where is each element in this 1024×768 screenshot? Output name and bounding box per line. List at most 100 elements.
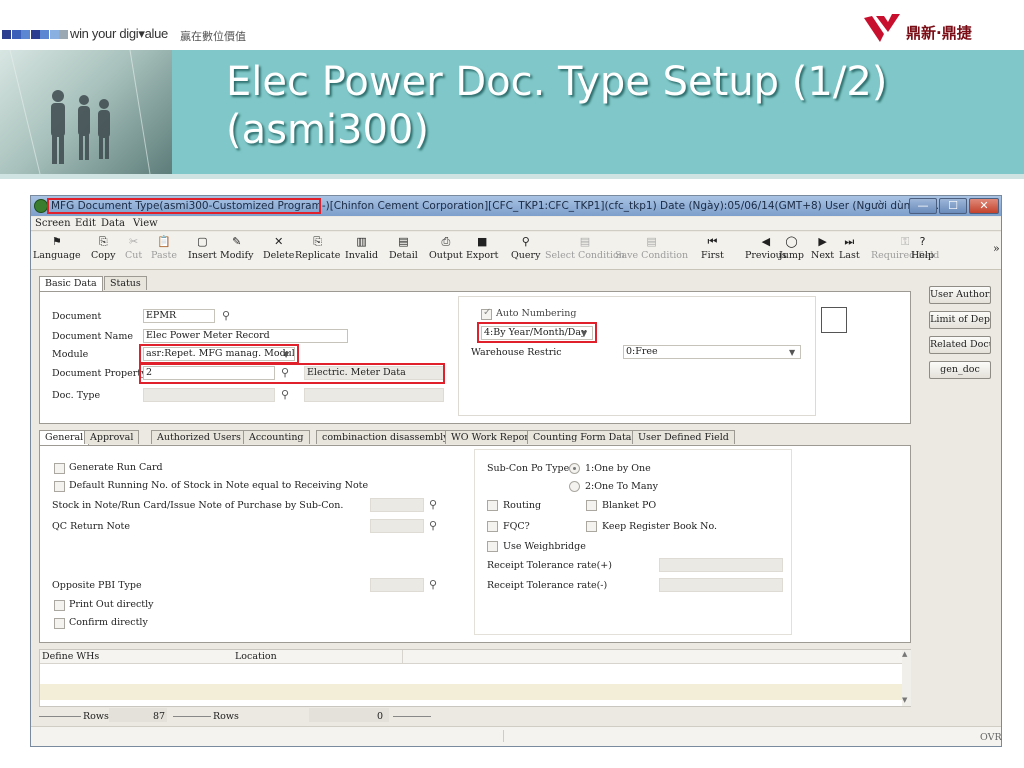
document-input[interactable]: EPMR bbox=[143, 309, 215, 323]
menu-view[interactable]: View bbox=[133, 218, 158, 229]
export-button[interactable]: ■ Export bbox=[466, 234, 498, 261]
print-out-checkbox[interactable] bbox=[54, 600, 65, 611]
keep-register-checkbox[interactable] bbox=[586, 521, 597, 532]
scroll-up-icon[interactable]: ▲ bbox=[902, 650, 907, 658]
fqc-checkbox[interactable] bbox=[487, 521, 498, 532]
scroll-down-icon[interactable]: ▼ bbox=[902, 696, 907, 704]
tab-general[interactable]: General bbox=[39, 430, 90, 445]
last-button[interactable]: ⏭ Last bbox=[839, 234, 860, 261]
subcon-one-by-one-radio[interactable] bbox=[569, 463, 580, 474]
grid-row[interactable] bbox=[40, 684, 902, 700]
auto-numbering-label: Auto Numbering bbox=[496, 308, 577, 319]
qc-return-note-input[interactable] bbox=[370, 519, 424, 533]
related-docu-button[interactable]: Related Docu bbox=[929, 336, 991, 354]
tolerance-minus-input[interactable] bbox=[659, 578, 783, 592]
toolbar-label: Output bbox=[429, 250, 463, 261]
warehouse-restric-select[interactable]: 0:Free bbox=[623, 345, 801, 359]
query-button[interactable]: ⚲ Query bbox=[511, 234, 540, 261]
toolbar-more-icon[interactable]: » bbox=[993, 242, 1000, 255]
auto-numbering-checkbox[interactable] bbox=[481, 307, 492, 320]
brand-square bbox=[49, 30, 59, 39]
brand-square bbox=[21, 30, 30, 39]
output-button[interactable]: ⎙ Output bbox=[429, 234, 463, 261]
use-weighbridge-checkbox[interactable] bbox=[487, 541, 498, 552]
highlight-program-name bbox=[47, 198, 321, 214]
brand-square bbox=[30, 30, 40, 39]
stock-in-note-lookup-icon[interactable]: ⚲ bbox=[425, 498, 441, 512]
confirm-checkbox[interactable] bbox=[54, 618, 65, 629]
toolbar-label: Jump bbox=[779, 250, 805, 261]
toolbar-label: Select Condition bbox=[545, 250, 625, 261]
next-button[interactable]: ▶ Next bbox=[811, 234, 834, 261]
blanket-po-checkbox[interactable] bbox=[586, 500, 597, 511]
user-authori-button[interactable]: User Authori bbox=[929, 286, 991, 304]
app-icon[interactable] bbox=[34, 199, 48, 213]
tab-combinaction-disassembly[interactable]: combinaction disassembly bbox=[316, 430, 455, 444]
slogan: win your digi▾alue bbox=[70, 26, 168, 41]
toolbar-label: Modify bbox=[220, 250, 254, 261]
generate-run-card-checkbox[interactable] bbox=[54, 463, 65, 474]
doc-type-input[interactable] bbox=[143, 388, 275, 402]
language-button[interactable]: ⚑ Language bbox=[33, 234, 81, 261]
grid-col-define-whs[interactable]: Define WHs bbox=[42, 651, 99, 662]
first-icon: ⏮ bbox=[707, 235, 718, 248]
close-button[interactable]: ✕ bbox=[969, 198, 999, 214]
toolbar-label: Insert bbox=[188, 250, 217, 261]
routing-label: Routing bbox=[503, 500, 542, 511]
tab-status[interactable]: Status bbox=[104, 276, 147, 290]
opposite-pbi-lookup-icon[interactable]: ⚲ bbox=[425, 578, 441, 592]
select-condition-icon: ▤ bbox=[579, 235, 591, 248]
gen-doc-button[interactable]: gen_doc bbox=[929, 361, 991, 379]
tolerance-plus-input[interactable] bbox=[659, 558, 783, 572]
document-lookup-icon[interactable]: ⚲ bbox=[218, 309, 234, 323]
doc-type-lookup-icon[interactable]: ⚲ bbox=[277, 388, 293, 402]
select-condition-button[interactable]: ▤ Select Condition bbox=[545, 234, 625, 261]
maximize-button[interactable]: ☐ bbox=[939, 198, 967, 214]
default-running-no-checkbox[interactable] bbox=[54, 481, 65, 492]
modify-button[interactable]: ✎ Modify bbox=[220, 234, 253, 261]
help-button[interactable]: ? Help bbox=[911, 234, 934, 261]
tab-wo-work-report[interactable]: WO Work Report bbox=[445, 430, 539, 444]
detail-button[interactable]: ▤ Detail bbox=[389, 234, 418, 261]
keep-register-label: Keep Register Book No. bbox=[602, 521, 718, 532]
opposite-pbi-input[interactable] bbox=[370, 578, 424, 592]
qc-return-note-lookup-icon[interactable]: ⚲ bbox=[425, 519, 441, 533]
modify-icon: ✎ bbox=[232, 235, 242, 248]
tab-accounting[interactable]: Accounting bbox=[243, 430, 310, 444]
tab-user-defined-field[interactable]: User Defined Field bbox=[632, 430, 735, 444]
tab-authorized-users[interactable]: Authorized Users bbox=[151, 430, 247, 444]
save-condition-button[interactable]: ▤ Save Condition bbox=[615, 234, 688, 261]
tab-basic-data[interactable]: Basic Data bbox=[39, 276, 103, 291]
tab-approval[interactable]: Approval bbox=[84, 430, 140, 444]
insert-icon: ▢ bbox=[197, 235, 208, 248]
toolbar-label: First bbox=[701, 250, 724, 261]
menu-data[interactable]: Data bbox=[101, 218, 125, 229]
menu-screen[interactable]: Screen bbox=[35, 218, 71, 229]
toolbar-label: Cut bbox=[125, 250, 143, 261]
delete-button[interactable]: ✕ Delete bbox=[263, 234, 294, 261]
subcon-one-to-many-radio[interactable] bbox=[569, 481, 580, 492]
routing-checkbox[interactable] bbox=[487, 500, 498, 511]
document-label: Document bbox=[52, 311, 102, 322]
menu-edit[interactable]: Edit bbox=[75, 218, 96, 229]
tab-counting-form-data[interactable]: Counting Form Data bbox=[527, 430, 638, 444]
paste-button[interactable]: 📋 Paste bbox=[151, 234, 177, 261]
fqc-label: FQC? bbox=[503, 521, 530, 532]
first-button[interactable]: ⏮ First bbox=[701, 234, 724, 261]
jump-button[interactable]: ◯ Jump bbox=[779, 234, 804, 261]
limit-of-dep-button[interactable]: Limit of Dep bbox=[929, 311, 991, 329]
copy-button[interactable]: ⎘ Copy bbox=[91, 234, 115, 261]
document-name-input[interactable]: Elec Power Meter Record bbox=[143, 329, 348, 343]
stock-in-note-label: Stock in Note/Run Card/Issue Note of Pur… bbox=[52, 500, 344, 511]
minimize-button[interactable]: — bbox=[909, 198, 937, 214]
stock-in-note-input[interactable] bbox=[370, 498, 424, 512]
grid-scrollbar[interactable]: ▲ ▼ bbox=[902, 650, 911, 706]
cut-button[interactable]: ✂ Cut bbox=[125, 234, 142, 261]
doc-type-description bbox=[304, 388, 444, 402]
replicate-button[interactable]: ⎘ Replicate bbox=[295, 234, 340, 261]
insert-button[interactable]: ▢ Insert bbox=[188, 234, 217, 261]
invalid-button[interactable]: ▥ Invalid bbox=[345, 234, 378, 261]
preview-box[interactable] bbox=[821, 307, 847, 333]
grid-col-location[interactable]: Location bbox=[235, 651, 277, 662]
warehouse-dropdown-icon[interactable]: ▼ bbox=[789, 348, 795, 357]
